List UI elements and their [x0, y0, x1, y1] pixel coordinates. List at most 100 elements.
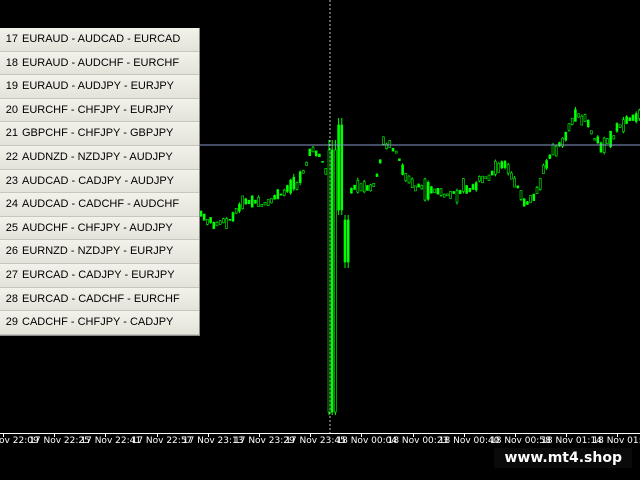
candle-body — [596, 136, 600, 144]
candle-body — [369, 184, 372, 192]
pair-item-number: 27 — [5, 268, 18, 281]
pair-item-label: AUDCHF - CHFJPY - AUDJPY — [22, 221, 173, 234]
pair-list-item[interactable]: 18 EURAUD - AUDCHF - EURCHF — [0, 51, 199, 76]
candle-body — [388, 140, 392, 149]
time-axis-tick — [207, 434, 209, 437]
candle-body — [289, 179, 292, 194]
candle-body — [564, 131, 568, 141]
candle-body — [612, 135, 616, 140]
candle-body — [234, 207, 238, 214]
candle-body — [378, 159, 382, 164]
time-axis-tick — [515, 434, 516, 437]
candle-body — [366, 185, 369, 191]
candle-body — [577, 113, 580, 118]
candle-body — [292, 176, 296, 190]
time-axis-tick — [54, 434, 56, 437]
candle-body — [231, 212, 235, 222]
candle-body — [583, 114, 587, 122]
candle-body — [510, 172, 513, 180]
pair-item-number: 18 — [5, 56, 18, 69]
candle-body — [426, 181, 430, 200]
pair-item-label: EURCHF - CHFJPY - EURJPY — [22, 103, 174, 116]
pair-list-item[interactable]: 25 AUDCHF - CHFJPY - AUDJPY — [0, 216, 199, 241]
candle-body — [452, 191, 456, 194]
pair-item-number: 26 — [5, 245, 18, 258]
candle-body — [570, 117, 574, 125]
candle-body — [487, 174, 491, 181]
candle-body — [618, 124, 622, 128]
candle-body — [433, 188, 436, 193]
time-axis-tick — [412, 434, 414, 437]
pair-list-item[interactable]: 23 AUDCAD - CADJPY - AUDJPY — [0, 169, 199, 194]
pair-list-item[interactable]: 28 EURCAD - CADCHF - EURCHF — [0, 287, 199, 312]
candle-body — [202, 213, 206, 221]
candle-body — [586, 119, 590, 127]
candle-body — [628, 117, 632, 121]
candle-body — [462, 178, 465, 192]
candle-body — [362, 181, 366, 193]
candle-body — [522, 198, 526, 207]
candle-body — [503, 161, 507, 168]
pair-item-number: 23 — [5, 174, 18, 187]
candle-body — [634, 113, 638, 122]
candle-body — [340, 124, 344, 211]
candle-body — [215, 221, 219, 227]
pair-list-item[interactable]: 24 AUDCAD - CADCHF - AUDCHF — [0, 193, 199, 217]
candle-body — [423, 178, 427, 201]
time-axis-tick — [566, 434, 568, 437]
pair-item-label: EURAUD - AUDCAD - EURCAD — [22, 33, 181, 45]
pair-list-item[interactable]: 17 EURAUD - AUDCAD - EURCAD — [0, 28, 199, 52]
candle-body — [407, 175, 411, 184]
candle-body — [535, 187, 539, 194]
candle-body — [446, 193, 449, 196]
candle-body — [260, 204, 264, 207]
pair-item-label: AUDNZD - NZDJPY - AUDJPY — [22, 150, 173, 163]
pair-list-item[interactable]: 26 EURNZD - NZDJPY - EURJPY — [0, 240, 199, 264]
candle-body — [324, 168, 328, 175]
pair-list-item[interactable]: 19 EURAUD - AUDJPY - EURJPY — [0, 75, 199, 99]
candle-body — [254, 199, 257, 204]
pair-list-item[interactable]: 22 AUDNZD - NZDJPY - AUDJPY — [0, 145, 199, 170]
pair-list-item[interactable]: 29 CADCHF - CHFJPY - CADJPY — [0, 311, 199, 335]
candle-body — [526, 201, 529, 205]
candle-body — [414, 185, 417, 192]
candle-body — [318, 153, 321, 158]
candle-body — [353, 184, 356, 190]
candle-body — [580, 115, 584, 126]
pair-item-number: 22 — [5, 150, 18, 163]
pair-item-number: 24 — [5, 198, 18, 211]
pair-list-item[interactable]: 27 EURCAD - CADJPY - EURJPY — [0, 263, 199, 288]
candle-body — [404, 173, 408, 182]
candle-body — [343, 219, 347, 263]
candle-body — [442, 193, 446, 198]
candle-body — [372, 182, 376, 187]
pair-item-label: AUDCAD - CADJPY - AUDJPY — [22, 174, 174, 187]
candle-body — [548, 154, 552, 159]
candle-body — [391, 148, 395, 152]
pair-item-number: 20 — [5, 103, 18, 116]
candle-body — [311, 146, 315, 153]
candle-body — [545, 160, 548, 169]
pair-list-item[interactable]: 21 GBPCHF - CHFJPY - GBPJPY — [0, 122, 199, 146]
candle-body — [314, 150, 318, 157]
candle-body — [228, 219, 232, 221]
pair-item-number: 17 — [5, 33, 18, 45]
candle-body — [615, 123, 619, 132]
candle-body — [606, 138, 609, 144]
candle-body — [494, 160, 497, 175]
time-axis-tick — [463, 434, 465, 437]
candle-body — [337, 124, 340, 211]
candle-body — [212, 221, 216, 229]
candle-body — [295, 182, 299, 190]
candle-body — [302, 170, 305, 174]
candle-body — [298, 171, 302, 183]
candle-body — [375, 173, 379, 177]
candle-body — [394, 150, 398, 154]
candle-body — [474, 182, 478, 191]
pair-list-item[interactable]: 20 EURCHF - CHFJPY - EURJPY — [0, 98, 199, 123]
pair-item-number: 21 — [5, 127, 18, 140]
time-axis-tick — [3, 434, 4, 437]
candle-body — [359, 183, 363, 192]
pair-item-label: EURAUD - AUDCHF - EURCHF — [22, 56, 180, 69]
candle-body — [206, 219, 209, 225]
